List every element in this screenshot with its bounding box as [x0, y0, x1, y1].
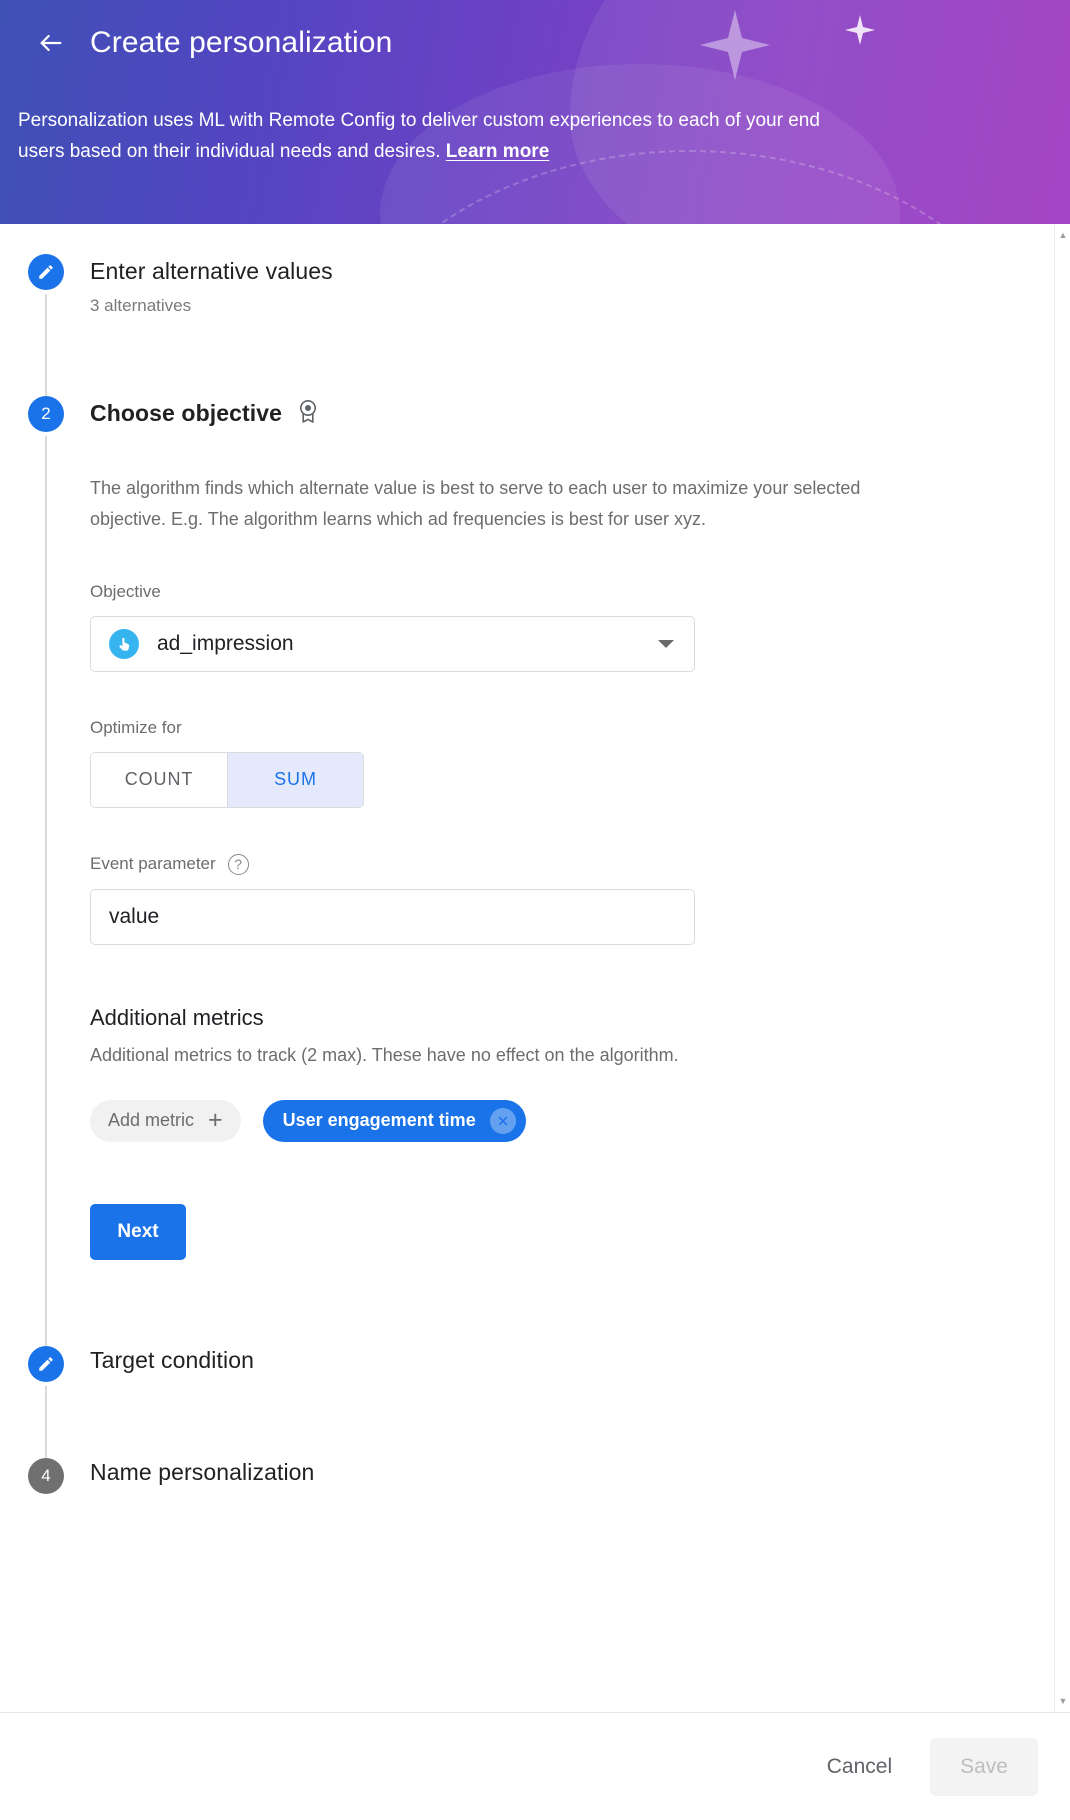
- save-button[interactable]: Save: [930, 1737, 1038, 1796]
- step-4-title: Name personalization: [90, 1458, 315, 1485]
- additional-metrics-chip-row: Add metric + User engagement time: [90, 1099, 1054, 1142]
- stepper: Enter alternative values 3 alternatives …: [0, 254, 1054, 1554]
- edit-icon[interactable]: [28, 1345, 64, 1382]
- step-2-title-row: Choose objective: [90, 398, 1054, 429]
- step-3-body: Target condition: [64, 1346, 1054, 1458]
- optimize-option-sum[interactable]: SUM: [227, 752, 363, 807]
- help-circle-icon[interactable]: ?: [227, 853, 249, 875]
- dialog-footer: Cancel Save: [0, 1712, 1070, 1820]
- create-personalization-dialog: Create personalization Personalization u…: [0, 0, 1070, 1820]
- edit-icon[interactable]: [28, 254, 64, 290]
- header-description-text: Personalization uses ML with Remote Conf…: [18, 110, 820, 162]
- next-button[interactable]: Next: [90, 1203, 186, 1260]
- triangle-up-icon[interactable]: ▲: [1055, 227, 1070, 243]
- optimize-option-count[interactable]: COUNT: [91, 752, 227, 807]
- objective-selected-value: ad_impression: [157, 631, 294, 655]
- arrow-left-icon[interactable]: [30, 22, 72, 64]
- event-parameter-input[interactable]: [90, 888, 695, 945]
- tap-gesture-icon: [109, 628, 139, 659]
- step-1-rail: [28, 254, 64, 404]
- plus-icon: +: [208, 1106, 223, 1135]
- step-4-body: Name personalization: [64, 1458, 1054, 1554]
- additional-metrics-title: Additional metrics: [90, 1004, 264, 1030]
- step-connector-line: [45, 436, 47, 1354]
- add-metric-chip[interactable]: Add metric +: [90, 1099, 241, 1142]
- step-1-title: Enter alternative values: [90, 258, 333, 284]
- dialog-header: Create personalization Personalization u…: [0, 0, 1070, 224]
- learn-more-link[interactable]: Learn more: [446, 141, 549, 162]
- step-enter-alternative-values[interactable]: Enter alternative values 3 alternatives: [28, 254, 1054, 404]
- scrollbar-thumb[interactable]: [1058, 244, 1068, 764]
- step-2-title: Choose objective: [90, 400, 283, 427]
- event-parameter-label: Event parameter: [90, 854, 216, 874]
- optimize-for-toggle-group: COUNT SUM: [90, 751, 364, 808]
- add-metric-label: Add metric: [108, 1110, 195, 1131]
- objective-select[interactable]: ad_impression: [90, 615, 695, 672]
- additional-metrics-description: Additional metrics to track (2 max). The…: [90, 1044, 679, 1065]
- step-3-title: Target condition: [90, 1346, 254, 1373]
- step-connector-line: [45, 294, 47, 404]
- dialog-body: Enter alternative values 3 alternatives …: [0, 224, 1070, 1712]
- optimize-for-label: Optimize for: [90, 717, 182, 737]
- chevron-down-icon[interactable]: [658, 639, 674, 648]
- close-circle-icon[interactable]: [489, 1107, 516, 1134]
- step-3-rail: [28, 1345, 64, 1466]
- header-description: Personalization uses ML with Remote Conf…: [18, 106, 848, 168]
- header-top-row: Create personalization: [0, 0, 1070, 64]
- step-4-rail: 4: [28, 1457, 64, 1554]
- step-connector-line: [45, 1385, 47, 1466]
- step-1-body: Enter alternative values 3 alternatives: [64, 254, 1054, 396]
- step-name-personalization[interactable]: 4 Name personalization: [28, 1457, 1054, 1554]
- page-title: Create personalization: [90, 26, 393, 59]
- step-4-number-badge[interactable]: 4: [28, 1457, 64, 1494]
- step-choose-objective: 2 Choose objective The algorithm finds w…: [28, 396, 1054, 1354]
- objective-description: The algorithm finds which alternate valu…: [90, 478, 861, 530]
- step-target-condition[interactable]: Target condition: [28, 1345, 1054, 1466]
- vertical-scrollbar[interactable]: ▲ ▼: [1054, 224, 1070, 1712]
- step-2-number-badge[interactable]: 2: [28, 396, 64, 432]
- cancel-button[interactable]: Cancel: [803, 1739, 916, 1795]
- step-2-rail: 2: [28, 396, 64, 1354]
- objective-field-label: Objective: [90, 581, 161, 601]
- stepper-scroll-area: Enter alternative values 3 alternatives …: [0, 224, 1054, 1712]
- objective-panel: The algorithm finds which alternate valu…: [90, 429, 1054, 1346]
- step-1-subtitle: 3 alternatives: [90, 295, 192, 315]
- award-badge-icon: [296, 398, 320, 429]
- panel-bottom-spacer: [90, 1260, 1054, 1346]
- metric-chip-label: User engagement time: [282, 1110, 476, 1131]
- event-parameter-label-row: Event parameter ?: [90, 853, 1054, 875]
- step-2-body: Choose objective The algorithm finds whi…: [64, 396, 1054, 1346]
- metric-chip-user-engagement-time[interactable]: User engagement time: [262, 1099, 526, 1142]
- triangle-down-icon[interactable]: ▼: [1055, 1693, 1070, 1709]
